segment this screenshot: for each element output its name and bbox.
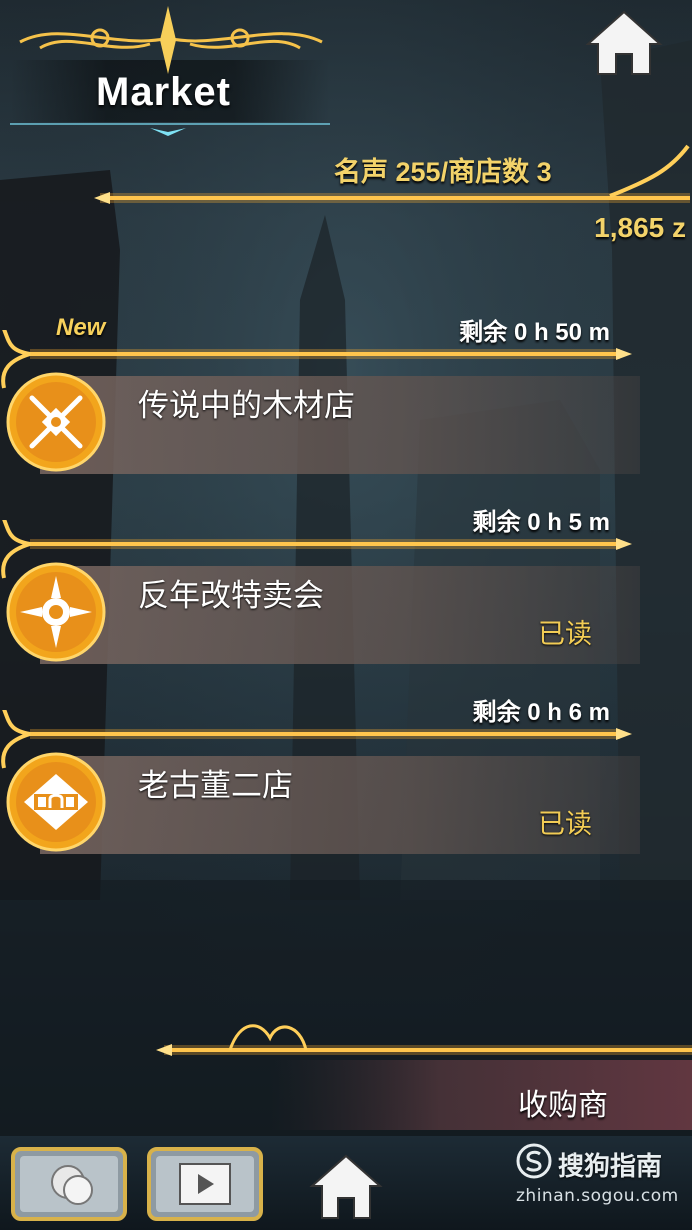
shop-timer: 剩余 0 h 50 m [459,319,610,346]
buyer-button[interactable]: 收购商 [518,1080,608,1124]
reputation-display: 名声 255/商店数 3 [334,150,552,189]
read-status: 已读 [538,809,592,839]
buyer-section-frame [156,1024,692,1130]
shop-timer: 剩余 0 h 5 m [472,509,610,536]
new-badge: New [56,314,106,341]
page-title: Market [96,70,231,114]
reputation-value: 255 [395,157,441,187]
home-icon[interactable] [584,8,664,78]
crossed-arrows-emblem-icon [6,372,106,472]
sun-gear-emblem-icon [6,562,106,662]
shop-count-value: 3 [536,157,552,187]
sogou-logo-icon [516,1143,552,1179]
shop-row-1[interactable]: New 剩余 0 h 50 m 传说中的木材店 [0,312,692,502]
read-status: 已读 [538,619,592,649]
watermark-brand: 搜狗指南 [558,1151,663,1181]
home-icon[interactable] [308,1152,384,1222]
shop-name: 反年改特卖会 [138,578,324,613]
diamond-plaque-emblem-icon [6,752,106,852]
shop-timer: 剩余 0 h 6 m [472,699,610,726]
video-button-icon[interactable] [146,1146,264,1222]
shop-row-3[interactable]: 剩余 0 h 6 m 老古董二店 已读 [0,692,692,882]
shop-name: 传说中的木材店 [138,388,355,423]
watermark-url: zhinan.sogou.com [516,1186,679,1206]
reputation-label: 名声 [334,157,388,187]
shop-count-label: /商店数 [440,157,530,187]
coin-button-icon[interactable] [10,1146,128,1222]
money-display: 1,865 z [594,212,686,243]
shop-name: 老古董二店 [138,768,293,803]
shop-row-2[interactable]: 剩余 0 h 5 m 反年改特卖会 已读 [0,502,692,692]
